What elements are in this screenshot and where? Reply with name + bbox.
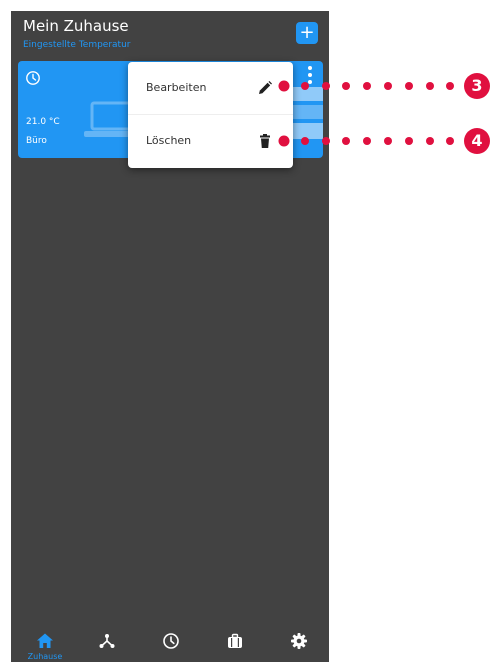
callout-layer [278, 73, 490, 154]
callout-line-delete [278, 128, 490, 154]
callout-badge-4: 4 [471, 131, 483, 150]
callout-line-edit [278, 73, 490, 99]
callout-badge-3: 3 [471, 76, 483, 95]
